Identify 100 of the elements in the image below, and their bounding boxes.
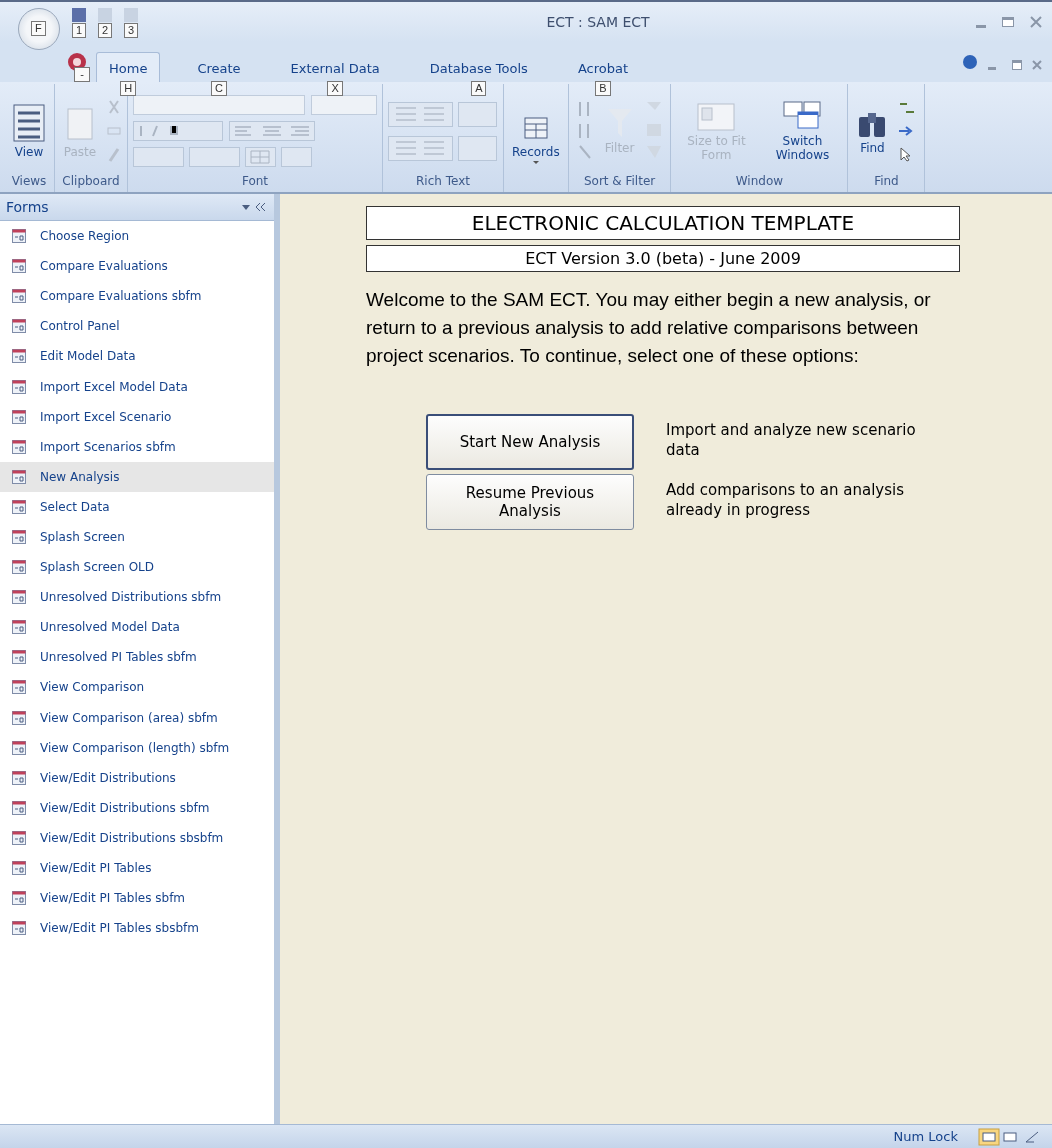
nav-item[interactable]: Control Panel [0,311,274,342]
form-icon [12,800,26,815]
nav-item[interactable]: View/Edit PI Tables sbsbfm [0,913,274,944]
align-icon[interactable] [229,120,315,141]
pane-title: Forms [6,199,49,215]
nav-item[interactable]: View/Edit PI Tables [0,852,274,884]
nav-item[interactable]: View Comparison [0,672,274,703]
ribbon-tab[interactable]: Create [184,52,254,82]
nav-item[interactable]: Select Data [0,491,274,522]
datasheet-icon [12,102,46,143]
nav-item[interactable]: New Analysis [0,461,274,492]
nav-item[interactable]: Splash Screen OLD [0,552,274,583]
find-button[interactable]: Find [853,106,892,155]
nav-item[interactable]: Splash Screen [0,521,274,553]
status-indicator: Num Lock [893,1129,958,1144]
color-grid-icon[interactable] [133,146,313,167]
nav-item[interactable]: View/Edit PI Tables sbfm [0,883,274,914]
form-icon [12,770,26,785]
nav-item[interactable]: Unresolved Distributions sbfm [0,582,274,613]
group-label: Sort & Filter [582,173,657,190]
scissors-icon[interactable] [106,98,122,115]
font-name-field[interactable] [133,94,305,115]
format-buttons-icon[interactable] [133,120,223,141]
font-size-field[interactable] [311,94,377,115]
action-description: Import and analyze new scenario data [666,420,916,460]
restore-button[interactable] [1012,60,1022,70]
group-label: Clipboard [61,173,121,190]
key-tip: X [327,81,343,96]
group-label: Views [10,173,48,190]
form-icon [12,620,26,635]
form-icon [12,680,26,695]
office-button[interactable]: F [18,8,60,50]
welcome-text: Welcome to the SAM ECT. You may either begin a new analysis, or return to a previous analysis to add relative comparisons between project scenarios. To continue, select one of these options: [366,288,932,368]
key-tip: 1 [71,22,87,38]
nav-item[interactable]: View/Edit Distributions sbfm [0,792,274,823]
minimize-button[interactable] [976,24,986,28]
key-tip: F [31,21,46,36]
group-label: Rich Text [415,173,471,190]
help-icon[interactable] [962,54,978,70]
form-icon [12,469,26,484]
close-icon[interactable] [1032,60,1042,70]
switch-windows-button[interactable]: Switch Windows [762,99,843,162]
form-icon [12,319,26,334]
action-description: Add comparisons to an analysis already in progress [666,480,905,520]
nav-item[interactable]: Compare Evaluations [0,251,274,282]
close-icon[interactable] [1030,16,1042,28]
form-icon [12,379,26,394]
ribbon-tab[interactable]: Home [96,52,161,82]
form-icon [12,499,26,514]
windows-icon [782,99,823,132]
save-icon[interactable] [70,6,88,23]
nav-item[interactable]: Edit Model Data [0,341,274,372]
key-tip: B [595,81,611,96]
form-icon [12,891,26,906]
key-tip: 2 [97,22,113,38]
version-label: ECT Version 3.0 (beta) - June 2009 [366,245,960,272]
action-button[interactable]: Start New Analysis [426,414,634,470]
form-icon [12,830,26,845]
form-icon [12,921,26,936]
nav-item[interactable]: Import Scenarios sbfm [0,431,274,462]
ribbon-tab[interactable]: Acrobat [564,52,642,82]
form-icon [12,710,26,725]
form-icon [12,590,26,605]
ribbon-tab[interactable]: Database Tools [416,52,541,82]
key-tip: - [74,66,90,82]
minimize-button[interactable] [988,67,996,70]
form-icon [12,861,26,875]
form-icon [12,349,26,364]
form-icon [12,229,26,244]
form-icon [12,560,26,575]
nav-item[interactable]: Unresolved PI Tables sbfm [0,642,274,673]
form-icon [12,530,26,544]
form-icon [12,259,26,274]
form-icon [12,650,26,665]
nav-item[interactable]: Choose Region [0,221,274,252]
form-icon [12,740,26,755]
nav-item[interactable]: Unresolved Model Data [0,612,274,643]
form-icon [12,439,26,454]
form-icon [12,289,26,304]
maximize-button[interactable] [1002,17,1014,27]
action-button[interactable]: Resume Previous Analysis [426,474,634,530]
nav-item[interactable]: Compare Evaluations sbfm [0,281,274,312]
group-label: Find [873,173,900,190]
key-tip: C [211,81,227,96]
form-icon [12,409,26,424]
nav-item[interactable]: Import Excel Model Data [0,371,274,402]
records-button[interactable]: Records [509,115,563,167]
form-title: ELECTRONIC CALCULATION TEMPLATE [366,206,960,240]
group-label: Window [734,173,785,190]
nav-item[interactable]: Import Excel Scenario [0,401,274,432]
nav-item[interactable]: View Comparison (area) sbfm [0,702,274,733]
key-tip: H [120,81,137,96]
group-label: Font [240,173,270,190]
nav-item[interactable]: View/Edit Distributions sbsbfm [0,822,274,853]
ribbon-tab[interactable]: External Data [277,52,393,82]
nav-item[interactable]: View/Edit Distributions [0,762,274,793]
key-tip: 3 [123,22,139,38]
window-title: ECT : SAM ECT [545,14,650,30]
nav-item[interactable]: View Comparison (length) sbfm [0,732,274,763]
view-button[interactable]: View [9,102,49,159]
